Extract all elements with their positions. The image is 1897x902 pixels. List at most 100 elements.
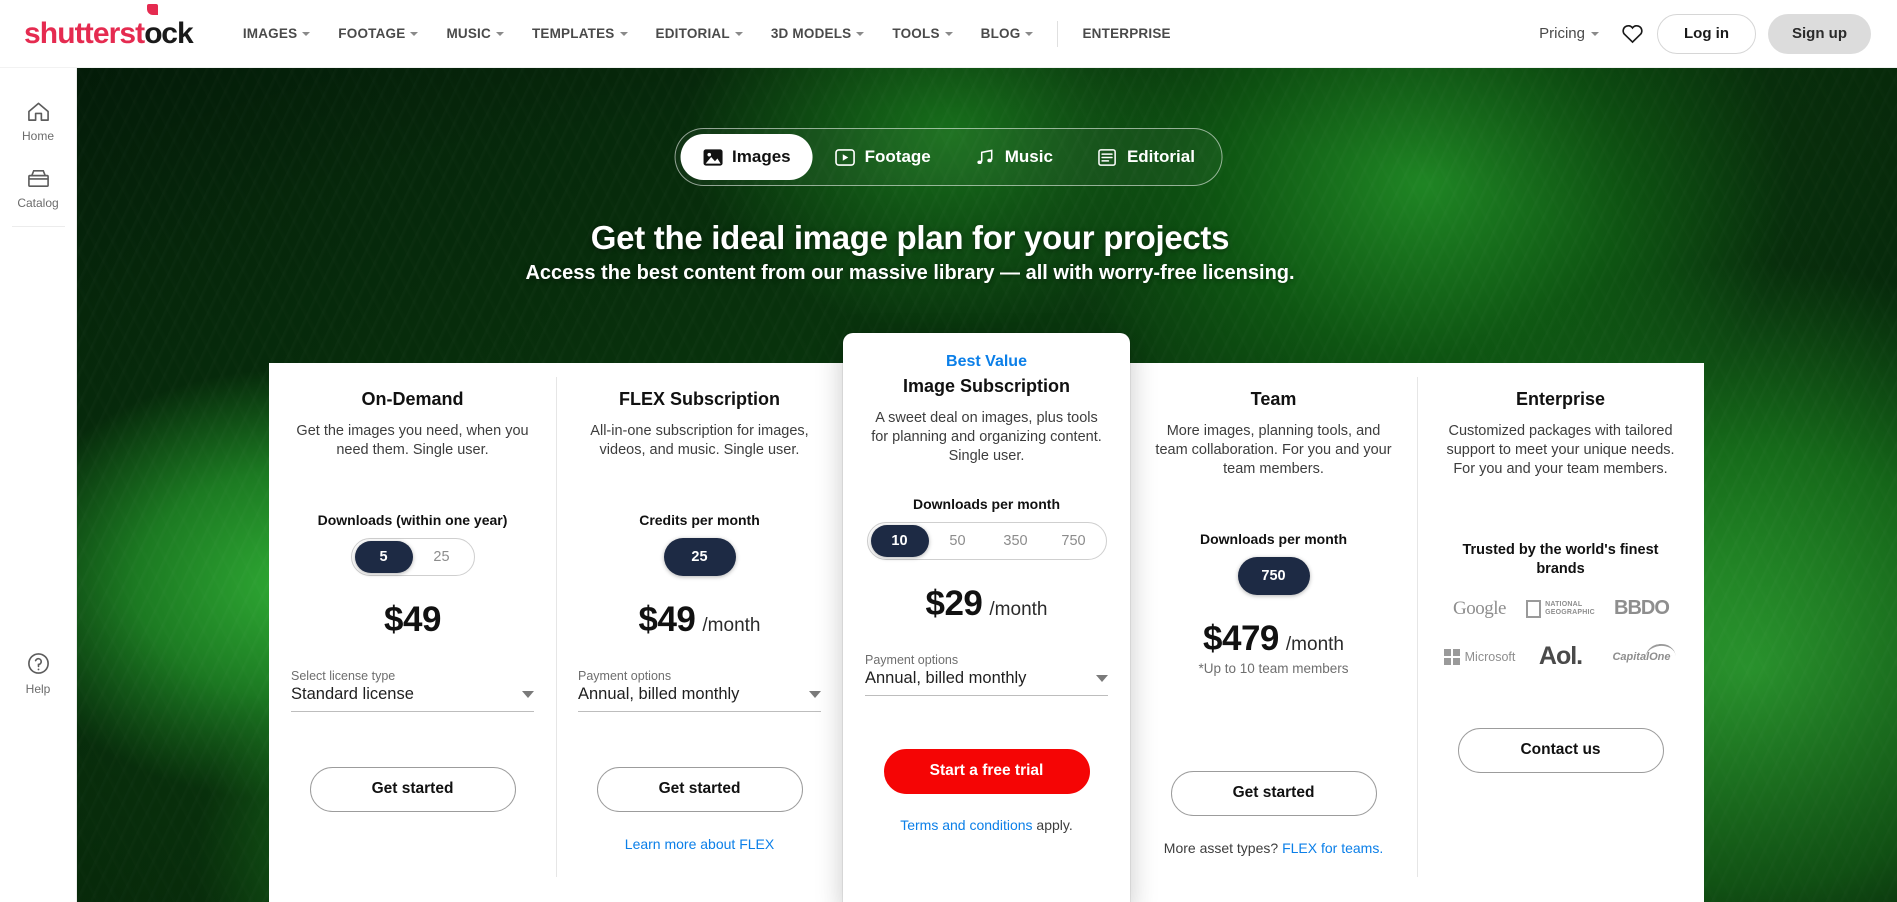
contact-us-button[interactable]: Contact us (1457, 727, 1664, 773)
sidebar-item-home[interactable]: Home (0, 86, 77, 153)
plan-toggle-label: Downloads per month (913, 495, 1060, 512)
chevron-down-icon (734, 31, 743, 36)
downloads-toggle[interactable]: 10 50 350 750 (866, 521, 1107, 560)
tab-music[interactable]: Music (953, 134, 1075, 180)
plan-toggle-label: Credits per month (639, 511, 760, 528)
top-navigation-bar: shutterst o ck IMAGES FOOTAGE MUSIC TEMPLA… (0, 0, 1897, 68)
toggle-option-5[interactable]: 5 (354, 540, 413, 573)
logo-comma-o: o (144, 3, 163, 51)
plan-description: A sweet deal on images, plus tools for p… (871, 410, 1102, 464)
nav-item-footage[interactable]: FOOTAGE (324, 0, 432, 68)
heart-icon[interactable] (1615, 17, 1649, 51)
field-label: Payment options (578, 668, 672, 683)
nav-item-pricing[interactable]: Pricing (1523, 25, 1615, 42)
chevron-down-icon (522, 690, 534, 698)
sidebar-item-label: Catalog (17, 196, 59, 210)
plan-price: $49 (384, 599, 441, 639)
nav-item-images[interactable]: IMAGES (229, 0, 324, 68)
tab-label: Footage (864, 147, 931, 166)
start-free-trial-button[interactable]: Start a free trial (883, 748, 1090, 794)
brand-logo-capital-one: CapitalOne (1612, 642, 1676, 670)
nav-item-tools[interactable]: TOOLS (878, 0, 966, 68)
sidebar-item-catalog[interactable]: Catalog (0, 153, 77, 220)
shutterstock-logo[interactable]: shutterst o ck (24, 3, 194, 51)
payment-options-select[interactable]: Annual, billed monthly (578, 685, 821, 712)
plan-price-row: $49 (384, 600, 441, 640)
chevron-down-icon (495, 31, 504, 36)
plan-price-period: /month (702, 614, 761, 636)
natgeo-wordmark: NATIONAL GEOGRAPHIC (1545, 600, 1595, 616)
plan-title: On-Demand (361, 389, 464, 409)
license-type-field: Select license type Standard license (291, 669, 534, 712)
brand-logo-google: Google (1453, 597, 1506, 619)
learn-more-flex-link[interactable]: Learn more about FLEX (625, 836, 774, 852)
plan-footer-text: More asset types? FLEX for teams. (1164, 840, 1383, 856)
tab-footage[interactable]: Footage (813, 134, 953, 180)
downloads-toggle[interactable]: 750 (1236, 556, 1311, 595)
pricing-page: shutterst o ck IMAGES FOOTAGE MUSIC TEMPLA… (0, 0, 1897, 902)
nav-item-3d-models[interactable]: 3D MODELS (757, 0, 879, 68)
toggle-option-25[interactable]: 25 (413, 541, 471, 573)
toggle-option-50[interactable]: 50 (929, 525, 987, 557)
get-started-button[interactable]: Get started (596, 766, 803, 812)
toggle-option-25[interactable]: 25 (663, 537, 736, 576)
main-nav-items: IMAGES FOOTAGE MUSIC TEMPLATES EDITORIAL… (229, 0, 1185, 68)
chevron-down-icon (856, 31, 865, 36)
question-mark-icon (27, 653, 49, 674)
nav-item-templates[interactable]: TEMPLATES (518, 0, 642, 68)
toggle-option-350[interactable]: 350 (987, 525, 1045, 557)
plan-title: Image Subscription (902, 376, 1071, 396)
pricing-card-flex-subscription: FLEX Subscription All-in-one subscriptio… (556, 363, 843, 902)
tab-images[interactable]: Images (680, 134, 813, 180)
terms-and-conditions-link[interactable]: Terms and conditions (900, 817, 1032, 833)
log-in-button[interactable]: Log in (1657, 13, 1756, 54)
plan-footer-text: Terms and conditions apply. (900, 817, 1073, 833)
plan-description: Customized packages with tailored suppor… (1446, 423, 1675, 477)
field-label: Select license type (291, 668, 396, 683)
payment-options-select[interactable]: Annual, billed monthly (865, 669, 1108, 696)
plan-price: $479 (1203, 618, 1279, 658)
chevron-down-icon (302, 31, 311, 36)
nav-item-editorial[interactable]: EDITORIAL (642, 0, 757, 68)
home-icon (27, 102, 49, 121)
toggle-option-10[interactable]: 10 (870, 524, 929, 557)
sidebar-divider (11, 226, 65, 227)
page-subtitle: Access the best content from our massive… (525, 262, 1295, 284)
downloads-toggle[interactable]: 5 25 (350, 537, 475, 576)
plan-price-row: $29 /month (926, 584, 1048, 624)
plan-price: $29 (925, 583, 983, 623)
get-started-button[interactable]: Get started (309, 766, 516, 812)
sidebar-item-help[interactable]: Help (0, 637, 77, 706)
plan-price-period: /month (1285, 633, 1344, 655)
brand-logo-aol: Aol. (1538, 642, 1583, 671)
sidebar-item-label: Home (21, 129, 54, 143)
catalog-icon (27, 170, 49, 187)
payment-options-field: Payment options Annual, billed monthly (578, 669, 821, 712)
plan-title: FLEX Subscription (618, 389, 780, 409)
toggle-option-750[interactable]: 750 (1237, 556, 1310, 595)
plan-description: More images, planning tools, and team co… (1155, 423, 1392, 477)
logo-text-red: shutterst (24, 16, 145, 50)
toggle-option-750[interactable]: 750 (1045, 525, 1103, 557)
plan-price-row: $49 /month (639, 600, 761, 640)
comma-mark-icon (147, 3, 159, 15)
license-type-select[interactable]: Standard license (291, 685, 534, 712)
nav-item-blog[interactable]: BLOG (967, 0, 1048, 68)
flex-for-teams-link[interactable]: FLEX for teams. (1282, 840, 1383, 856)
nav-item-enterprise[interactable]: ENTERPRISE (1068, 0, 1184, 68)
sign-up-button[interactable]: Sign up (1768, 13, 1871, 54)
credits-toggle[interactable]: 25 (662, 537, 737, 576)
natgeo-rectangle-icon (1526, 599, 1542, 618)
field-label: Payment options (865, 652, 959, 667)
pricing-card-on-demand: On-Demand Get the images you need, when … (269, 363, 556, 902)
nav-item-music[interactable]: MUSIC (432, 0, 518, 68)
chevron-down-icon (410, 31, 419, 36)
tab-label: Music (1004, 147, 1053, 166)
chevron-down-icon (1025, 31, 1034, 36)
get-started-button[interactable]: Get started (1170, 770, 1377, 816)
more-asset-types-text: More asset types? (1163, 839, 1283, 856)
tab-editorial[interactable]: Editorial (1075, 134, 1217, 180)
plan-price: $49 (638, 599, 696, 639)
select-value: Standard license (291, 684, 414, 703)
nav-right-actions: Pricing Log in Sign up (1523, 13, 1897, 54)
